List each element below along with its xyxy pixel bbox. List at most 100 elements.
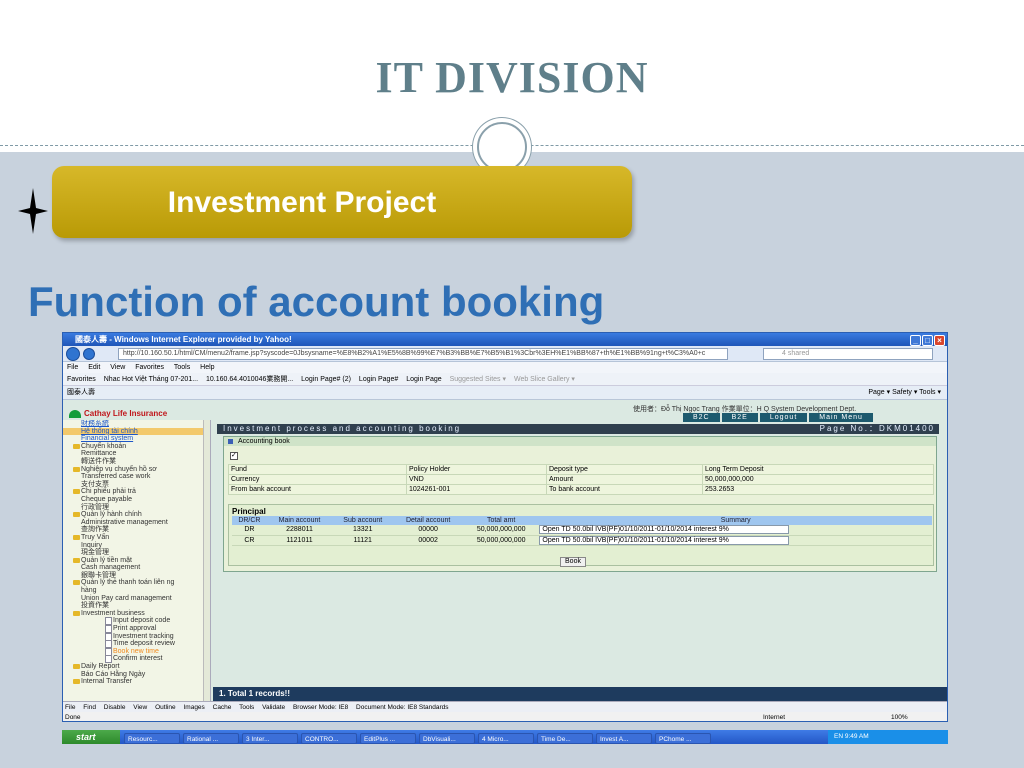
tree-item[interactable]: 投資作業 xyxy=(63,602,210,610)
tree-item[interactable]: Quản lý tiền mặt xyxy=(63,557,210,565)
tree-item[interactable]: Confirm interest xyxy=(63,655,210,663)
info-cell: Amount xyxy=(546,474,703,485)
main-content: Investment process and accounting bookin… xyxy=(213,422,947,701)
command-bar[interactable]: Page ▾ Safety ▾ Tools ▾ xyxy=(868,386,941,400)
menu-item-file[interactable]: File xyxy=(67,364,78,371)
devbar-item[interactable]: File xyxy=(65,704,75,711)
tree-item[interactable]: Time deposit review xyxy=(63,640,210,648)
menu-item-edit[interactable]: Edit xyxy=(88,364,100,371)
tree-item[interactable]: Internal Transfer xyxy=(63,678,210,686)
favorite-link[interactable]: Login Page# (2) xyxy=(301,376,351,383)
select-checkbox[interactable]: ✓ xyxy=(230,452,238,460)
taskbar-task[interactable]: DbVisuali... xyxy=(419,732,475,744)
tree-item[interactable]: Input deposit code xyxy=(63,617,210,626)
favorite-link[interactable]: 10.160.64.4010046業務開... xyxy=(206,376,293,383)
tree-item[interactable]: 轉送件作業 xyxy=(63,458,210,466)
tree-scrollbar[interactable] xyxy=(203,420,210,701)
taskbar-task[interactable]: Invest A... xyxy=(596,732,652,744)
summary-input[interactable]: Open TD 50.0bil IVB(PF)01/10/2011-01/10/… xyxy=(539,525,790,535)
devbar-item[interactable]: Find xyxy=(83,704,96,711)
tree-item[interactable]: Investment tracking xyxy=(63,632,210,641)
favorite-link[interactable]: Suggested Sites ▾ xyxy=(450,376,506,383)
column-header: Summary xyxy=(539,516,932,525)
slide: IT DIVISION Investment Project Function … xyxy=(0,0,1024,768)
tree-item[interactable]: 行政管理 xyxy=(63,504,210,512)
taskbar-task[interactable]: CONTRO... xyxy=(301,732,357,744)
tree-item[interactable]: 財務系統 xyxy=(63,420,210,428)
taskbar-task[interactable]: Resourc... xyxy=(124,732,180,744)
maximize-icon[interactable]: □ xyxy=(922,335,933,346)
taskbar-task[interactable]: PChome ... xyxy=(655,732,711,744)
nav-main-menu[interactable]: Main Menu xyxy=(809,413,873,422)
favorite-link[interactable]: Login Page# xyxy=(359,376,398,383)
devbar-item[interactable]: Cache xyxy=(213,704,232,711)
devbar-item[interactable]: Images xyxy=(183,704,204,711)
info-cell: From bank account xyxy=(228,484,407,495)
nav-b2c[interactable]: B2C xyxy=(683,413,720,422)
tree-item[interactable]: Chuyển khoản xyxy=(63,443,210,451)
tree-item[interactable]: Chi phiếu phải trả xyxy=(63,488,210,496)
favorite-link[interactable]: Nhac Hot Việt Tháng 07-201... xyxy=(104,376,198,383)
minimize-icon[interactable]: _ xyxy=(910,335,921,346)
window-title: 國泰人壽 - Windows Internet Explorer provide… xyxy=(75,335,292,344)
tree-item[interactable]: Quản lý hành chính xyxy=(63,511,210,519)
tree-item[interactable]: Book new time xyxy=(63,647,210,656)
favorites-button[interactable]: Favorites xyxy=(67,376,96,383)
browser-tab[interactable]: 國泰人壽 xyxy=(67,389,95,396)
principal-label: Principal xyxy=(232,507,266,516)
forward-icon[interactable] xyxy=(83,348,95,360)
info-cell: 1024261-001 xyxy=(406,484,547,495)
tree-item[interactable]: Inquiry xyxy=(63,542,210,550)
menu-bar: File Edit View Favorites Tools Help xyxy=(63,362,947,373)
table-cell: CR xyxy=(232,535,267,546)
table-cell: DR xyxy=(232,525,267,536)
tree-item[interactable]: Transferred case work xyxy=(63,473,210,481)
taskbar-task[interactable]: Rational ... xyxy=(183,732,239,744)
taskbar-task[interactable]: EditPlus ... xyxy=(360,732,416,744)
deposit-info-table: Fund Policy Holder Deposit type Long Term D… xyxy=(228,464,934,495)
taskbar-task[interactable]: Time De... xyxy=(537,732,593,744)
menu-item-help[interactable]: Help xyxy=(200,364,214,371)
tree-item[interactable]: 查詢作業 xyxy=(63,526,210,534)
close-icon[interactable]: × xyxy=(934,335,945,346)
table-cell: 11121 xyxy=(332,535,394,546)
tree-item[interactable]: Truy Vấn xyxy=(63,534,210,542)
tree-item[interactable]: Báo Cáo Hằng Ngày xyxy=(63,671,210,679)
nav-b2e[interactable]: B2E xyxy=(721,413,758,422)
devbar-item[interactable]: View xyxy=(133,704,147,711)
zoom-level[interactable]: 100% xyxy=(891,712,908,721)
tree-item[interactable]: Cheque payable xyxy=(63,496,210,504)
tree-item[interactable]: 銀聯卡管理 xyxy=(63,572,210,580)
book-button[interactable]: Book xyxy=(560,557,586,567)
nav-logout[interactable]: Logout xyxy=(759,413,808,422)
tree-item[interactable]: Daily Report xyxy=(63,663,210,671)
back-icon[interactable] xyxy=(66,347,80,361)
tree-item[interactable]: hàng xyxy=(63,587,210,595)
devbar-item[interactable]: Disable xyxy=(104,704,126,711)
menu-item-tools[interactable]: Tools xyxy=(174,364,190,371)
taskbar-task[interactable]: 4 Micro... xyxy=(478,732,534,744)
devbar-item[interactable]: Browser Mode: IE8 xyxy=(293,704,348,711)
tree-item[interactable]: Quản lý thẻ thanh toán liên ng xyxy=(63,579,210,587)
tree-item[interactable]: 現金管理 xyxy=(63,549,210,557)
address-input[interactable]: http://10.160.50.1/html/CM/menu2/frame.j… xyxy=(118,348,728,360)
menu-item-view[interactable]: View xyxy=(110,364,125,371)
devbar-item[interactable]: Document Mode: IE8 Standards xyxy=(356,704,449,711)
menu-item-favorites[interactable]: Favorites xyxy=(135,364,164,371)
summary-input[interactable]: Open TD 50.0bil IVB(PF)01/10/2011-01/10/… xyxy=(539,535,790,545)
start-button[interactable]: start xyxy=(62,730,120,744)
favorite-link[interactable]: Web Slice Gallery ▾ xyxy=(514,376,575,383)
tree-item[interactable]: Remittance xyxy=(63,450,210,458)
devbar-item[interactable]: Tools xyxy=(239,704,254,711)
tree-item[interactable]: Hệ thống tài chính xyxy=(63,427,210,436)
favorite-link[interactable]: Login Page xyxy=(406,376,441,383)
devbar-item[interactable]: Validate xyxy=(262,704,285,711)
search-input[interactable]: 4 shared xyxy=(763,348,933,360)
taskbar-task[interactable]: 3 Inter... xyxy=(242,732,298,744)
tree-item[interactable]: Nghiệp vụ chuyển hồ sơ xyxy=(63,466,210,474)
devbar-item[interactable]: Outline xyxy=(155,704,176,711)
tree-item[interactable]: Financial system xyxy=(63,435,210,443)
tree-item[interactable]: Cash management xyxy=(63,564,210,572)
tree-item[interactable]: Print approval xyxy=(63,625,210,633)
tree-item[interactable]: Investment business xyxy=(63,610,210,618)
